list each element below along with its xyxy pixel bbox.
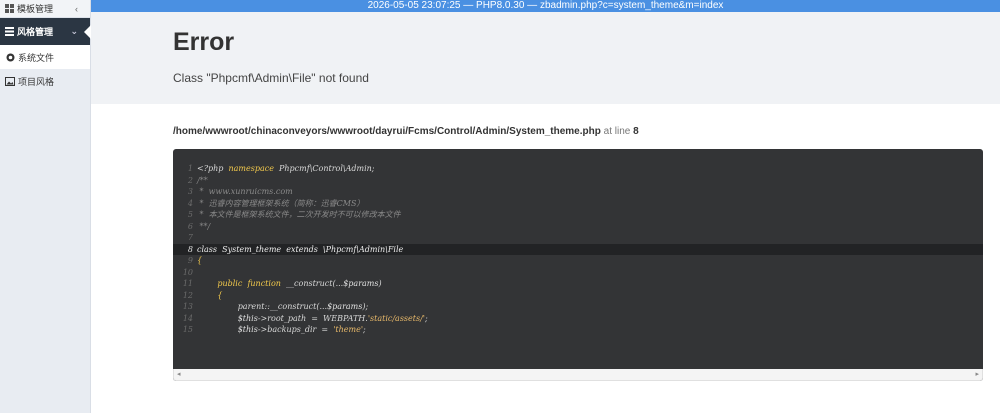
layout-icon	[4, 27, 14, 37]
code-token: parent::__construct(...	[197, 302, 328, 311]
code-token: __construct(...	[280, 279, 344, 288]
chevron-left-icon: ‹	[75, 3, 78, 14]
code-token: $this	[237, 325, 258, 334]
line-number: 8	[633, 126, 639, 137]
code-line-highlighted: 8 class System_theme extends \Phpcmf\Admi…	[173, 243, 983, 255]
error-header: Error Class "Phpcmf\Admin\File" not foun…	[91, 12, 1000, 104]
line-number-gutter: 7	[187, 233, 193, 242]
line-number-gutter: 6	[187, 221, 193, 231]
sidebar-item-project-style[interactable]: 项目风格	[0, 69, 90, 93]
line-number-gutter: 1	[187, 164, 193, 173]
code-line: 13 parent::__construct(...$params);	[173, 301, 983, 313]
line-number-gutter: 9	[187, 256, 193, 265]
at-line-label: at line	[603, 126, 631, 137]
line-number-gutter: 14	[182, 313, 193, 323]
code-token: **/	[197, 221, 211, 231]
scroll-right-icon[interactable]: ▸	[975, 369, 979, 381]
grid-icon	[4, 4, 14, 14]
code-token: {	[197, 256, 203, 265]
code-line: 11 public function __construct(...$param…	[173, 278, 983, 290]
line-number-gutter: 15	[182, 325, 193, 334]
code-token: $params	[343, 279, 379, 288]
image-icon	[5, 76, 15, 86]
error-title: Error	[173, 28, 235, 56]
code-token: 'theme'	[333, 325, 364, 334]
sidebar-item-label: 风格管理	[17, 27, 54, 37]
line-number-gutter: 13	[182, 302, 193, 311]
code-token: namespace	[228, 164, 274, 173]
code-token: * 本文件是框架系统文件，二次开发时不可以修改本文件	[197, 210, 401, 219]
error-message: Class "Phpcmf\Admin\File" not found	[173, 71, 369, 85]
globe-icon	[5, 52, 15, 62]
code-token: /**	[197, 175, 208, 185]
code-token: ;	[424, 313, 428, 323]
file-path: /home/wwwroot/chinaconveyors/wwwroot/day…	[173, 126, 601, 137]
code-line: 9{	[173, 255, 983, 267]
code-line: 5 * 本文件是框架系统文件，二次开发时不可以修改本文件	[173, 209, 983, 221]
horizontal-scrollbar[interactable]: ◂ ▸	[173, 369, 983, 381]
line-number-gutter: 10	[182, 267, 193, 277]
code-token: $params	[327, 302, 363, 311]
code-line: 14 $this->root_path = WEBPATH.'static/as…	[173, 313, 983, 325]
line-number-gutter: 3	[187, 187, 193, 196]
sidebar-item-label: 模板管理	[17, 4, 54, 14]
sidebar-item-template-manage[interactable]: 模板管理 ‹	[0, 0, 90, 18]
code-line: 2 /**	[173, 175, 983, 187]
sidebar-item-label: 系统文件	[18, 52, 55, 63]
debug-topbar: 2026-05-05 23:07:25 — PHP8.0.30 — zbadmi…	[91, 0, 1000, 12]
code-token: ->root_path = WEBPATH.	[257, 313, 368, 323]
line-number-gutter: 11	[182, 279, 193, 288]
sidebar-item-label: 项目风格	[18, 76, 55, 87]
scroll-left-icon[interactable]: ◂	[177, 369, 181, 381]
source-code-block: 1 <?php namespace Phpcmf\Control\Admin; 2 /…	[173, 149, 983, 381]
sidebar: 模板管理 ‹ 风格管理 ⌄ 系统文件 项目风格	[0, 0, 91, 413]
code-line: 12 {	[173, 290, 983, 302]
code-token: ->backups_dir =	[257, 325, 334, 334]
code-token: Phpcmf\Control\Admin;	[273, 164, 375, 173]
code-token: * 迅睿内容管理框架系统（简称：迅睿CMS）	[197, 198, 365, 208]
code-line: 7	[173, 232, 983, 244]
code-token: 'static/assets/'	[367, 313, 425, 323]
error-location: /home/wwwroot/chinaconveyors/wwwroot/day…	[173, 126, 639, 137]
line-number-gutter: 12	[182, 290, 193, 300]
code-token: $this	[237, 313, 258, 323]
code-line: 1 <?php namespace Phpcmf\Control\Admin;	[173, 163, 983, 175]
code-line: 15 $this->backups_dir = 'theme';	[173, 324, 983, 336]
chevron-down-icon: ⌄	[70, 26, 78, 36]
code-token: );	[362, 302, 369, 311]
sidebar-item-style-manage[interactable]: 风格管理 ⌄	[0, 18, 91, 45]
code-token: <?php	[197, 164, 229, 173]
code-token: * www.xunruicms.com	[197, 187, 293, 196]
line-number-gutter: 5	[187, 210, 193, 219]
code-token: class System_theme extends \Phpcmf\Admin…	[197, 244, 404, 254]
line-number-gutter: 8	[187, 244, 193, 254]
code-line: 4 * 迅睿内容管理框架系统（简称：迅睿CMS）	[173, 198, 983, 210]
code-token: ;	[363, 325, 366, 334]
code-token: )	[378, 279, 382, 288]
code-token: public	[217, 279, 243, 288]
app-root: 模板管理 ‹ 风格管理 ⌄ 系统文件 项目风格 2026-05-05 23:07…	[0, 0, 1000, 413]
line-number-gutter: 4	[187, 198, 193, 208]
sidebar-item-system-files[interactable]: 系统文件	[0, 45, 90, 69]
line-number-gutter: 2	[187, 175, 193, 185]
code-line: 6 **/	[173, 221, 983, 233]
code-token: {	[217, 290, 223, 300]
code-line: 10	[173, 267, 983, 279]
code-token: function	[247, 279, 281, 288]
code-line: 3 * www.xunruicms.com	[173, 186, 983, 198]
